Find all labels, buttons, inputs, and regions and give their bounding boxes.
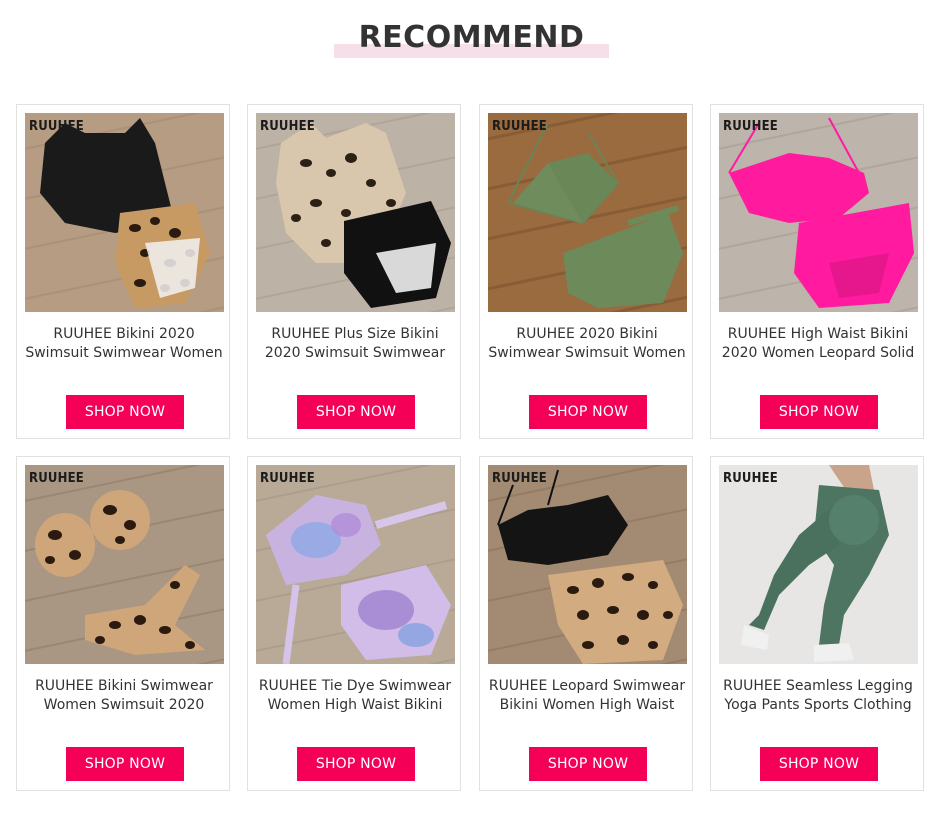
product-photo-pink-bikini — [719, 113, 918, 312]
shop-now-button[interactable]: SHOP NOW — [529, 747, 647, 781]
product-image[interactable]: RUUHEE — [256, 465, 455, 664]
brand-label: RUUHEE — [260, 471, 315, 486]
product-image[interactable]: RUUHEE — [25, 465, 224, 664]
shop-now-button[interactable]: SHOP NOW — [297, 747, 415, 781]
product-image[interactable]: RUUHEE — [256, 113, 455, 312]
brand-label: RUUHEE — [260, 119, 315, 134]
product-photo-tie-dye-bikini — [256, 465, 455, 664]
product-photo-black-tankini-leopard — [25, 113, 224, 312]
product-name[interactable]: RUUHEE Tie Dye Swimwear Women High Waist… — [254, 677, 456, 717]
product-name[interactable]: RUUHEE Bikini 2020 Swimsuit Swimwear Wom… — [23, 325, 225, 365]
product-card[interactable]: RUUHEE RUUHEE High Waist Bikini 2020 Wom… — [710, 104, 924, 439]
product-name[interactable]: RUUHEE Plus Size Bikini 2020 Swimsuit Sw… — [254, 325, 456, 365]
product-name[interactable]: RUUHEE Seamless Legging Yoga Pants Sport… — [717, 677, 919, 717]
product-grid: RUUHEE RUUHEE Bikini 2020 Swimsuit Swimw… — [16, 104, 928, 794]
product-photo-leopard-tankini — [256, 113, 455, 312]
shop-now-button[interactable]: SHOP NOW — [297, 395, 415, 429]
product-card[interactable]: RUUHEE RUUHEE Seamless Legging Yoga Pant… — [710, 456, 924, 791]
brand-label: RUUHEE — [723, 119, 778, 134]
product-image[interactable]: RUUHEE — [25, 113, 224, 312]
brand-label: RUUHEE — [29, 471, 84, 486]
product-name[interactable]: RUUHEE 2020 Bikini Swimwear Swimsuit Wom… — [486, 325, 688, 365]
section-title: RECOMMEND — [358, 20, 585, 55]
recommend-header: RECOMMEND — [0, 0, 943, 80]
product-name[interactable]: RUUHEE Bikini Swimwear Women Swimsuit 20… — [23, 677, 225, 717]
shop-now-button[interactable]: SHOP NOW — [529, 395, 647, 429]
brand-label: RUUHEE — [29, 119, 84, 134]
product-image[interactable]: RUUHEE — [719, 113, 918, 312]
product-photo-green-leggings — [719, 465, 918, 664]
product-image[interactable]: RUUHEE — [488, 113, 687, 312]
shop-now-button[interactable]: SHOP NOW — [66, 747, 184, 781]
product-photo-black-top-leopard-bottom — [488, 465, 687, 664]
shop-now-button[interactable]: SHOP NOW — [760, 747, 878, 781]
product-photo-leopard-bandeau — [25, 465, 224, 664]
shop-now-button[interactable]: SHOP NOW — [760, 395, 878, 429]
product-card[interactable]: RUUHEE RUUHEE Leopard Swimwear Bikini Wo… — [479, 456, 693, 791]
product-card[interactable]: RUUHEE RUUHEE Tie Dye Swimwear Women Hig… — [247, 456, 461, 791]
product-image[interactable]: RUUHEE — [488, 465, 687, 664]
product-name[interactable]: RUUHEE High Waist Bikini 2020 Women Leop… — [717, 325, 919, 365]
brand-label: RUUHEE — [723, 471, 778, 486]
brand-label: RUUHEE — [492, 119, 547, 134]
product-card[interactable]: RUUHEE RUUHEE 2020 Bikini Swimwear Swims… — [479, 104, 693, 439]
shop-now-button[interactable]: SHOP NOW — [66, 395, 184, 429]
product-image[interactable]: RUUHEE — [719, 465, 918, 664]
product-photo-green-bikini — [488, 113, 687, 312]
product-name[interactable]: RUUHEE Leopard Swimwear Bikini Women Hig… — [486, 677, 688, 717]
product-card[interactable]: RUUHEE RUUHEE Bikini 2020 Swimsuit Swimw… — [16, 104, 230, 439]
brand-label: RUUHEE — [492, 471, 547, 486]
product-card[interactable]: RUUHEE RUUHEE Bikini Swimwear Women Swim… — [16, 456, 230, 791]
product-card[interactable]: RUUHEE RUUHEE Plus Size Bikini 2020 Swim… — [247, 104, 461, 439]
